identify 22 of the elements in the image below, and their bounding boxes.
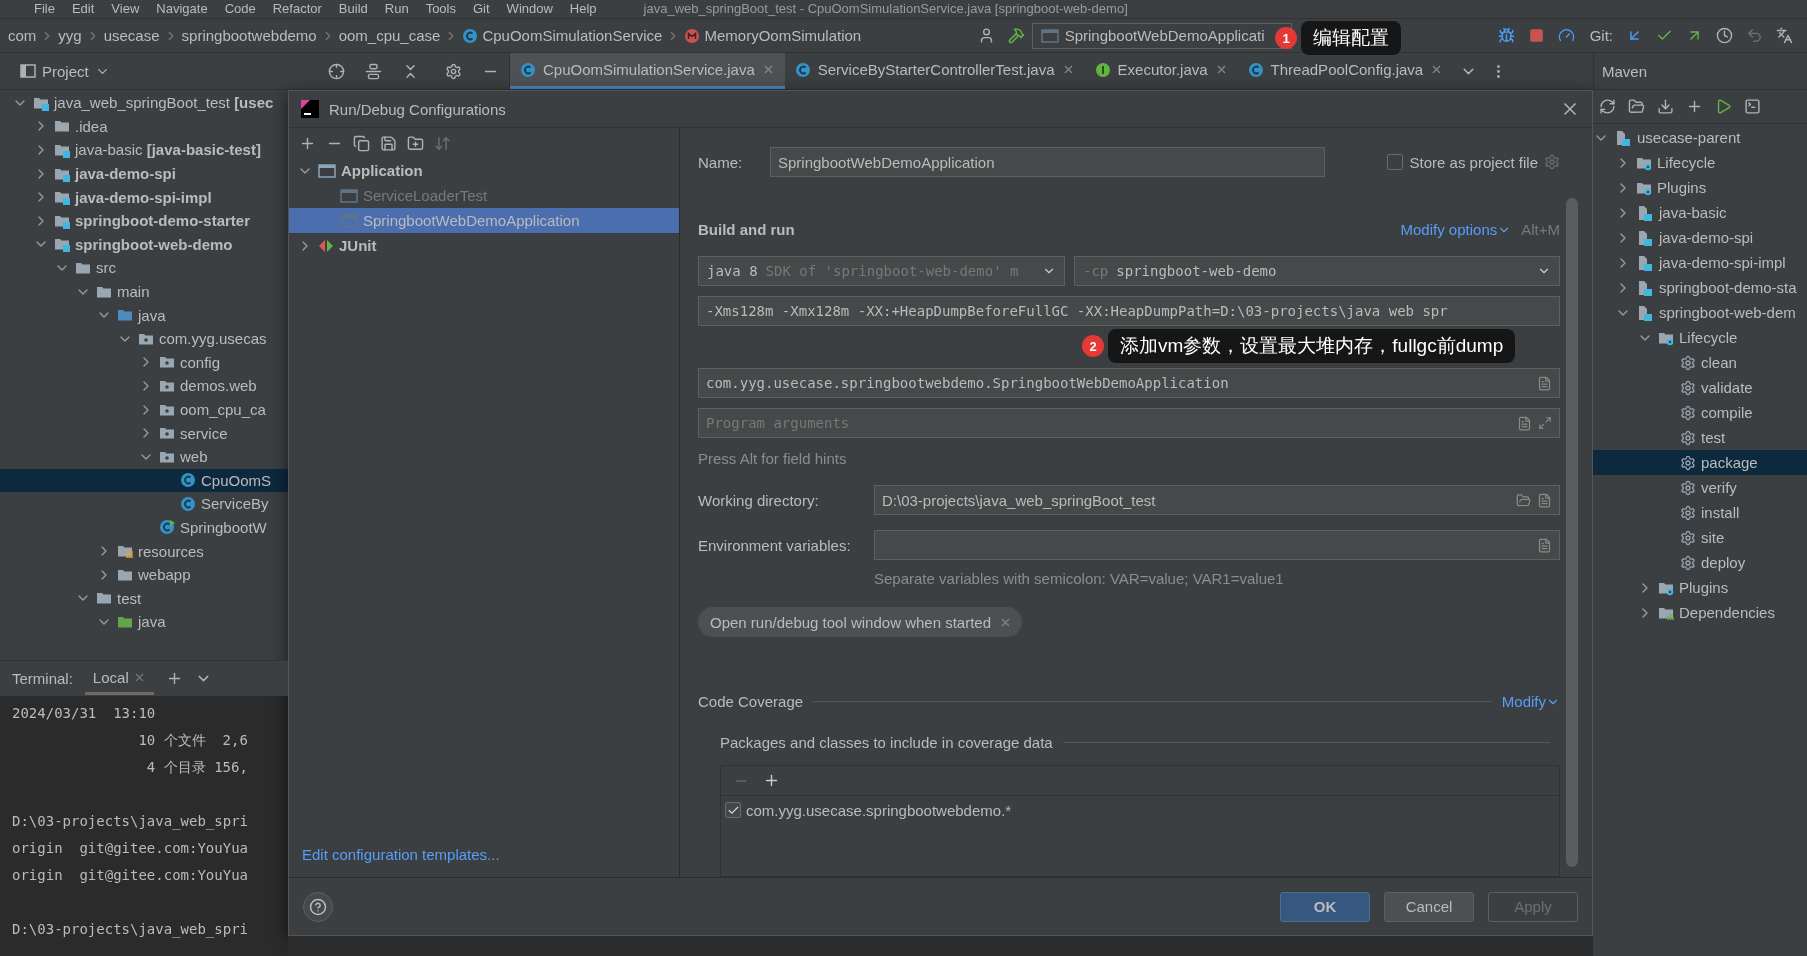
section-title: Build and run [698,221,795,238]
field-label: Environment variables: [698,536,852,554]
field-hint: Press Alt for field hints [698,450,847,467]
terminal-line: 2024/03/31 13:10 [12,704,157,723]
terminal-line: 10 个文件 2,6 [137,731,249,750]
git-label: Git: [1589,27,1613,44]
window-title: java_web_springBoot_test - CpuOomSimulationService.java [springboot-web-demo] [643,0,1128,18]
callout-tooltip: 添加vm参数，设置最大堆内存，fullgc前dump [1108,329,1516,363]
subsection-title: Packages and classes to include in coverage data [720,734,1053,751]
terminal-title: Terminal: [12,670,73,687]
field-label: Working directory: [698,491,820,509]
callout-tooltip: 编辑配置 [1301,21,1401,55]
dialog-title: Run/Debug Configurations [329,100,506,118]
field-label: Name: [698,153,744,171]
terminal-line: D:\03-projects\java_web_spri [12,812,249,832]
terminal-line: 4 个目录 156, [145,758,249,777]
field-hint: Separate variables with semicolon: VAR=value; VAR1=value1 [874,570,1284,587]
shortcut-hint: Alt+M [1521,221,1560,238]
terminal-line: origin git@gitee.com:YouYua [12,866,249,885]
terminal-line: origin git@gitee.com:YouYua [12,839,249,858]
section-title: Code Coverage [698,693,804,710]
terminal-line: D:\03-projects\java_web_spri [12,920,249,940]
